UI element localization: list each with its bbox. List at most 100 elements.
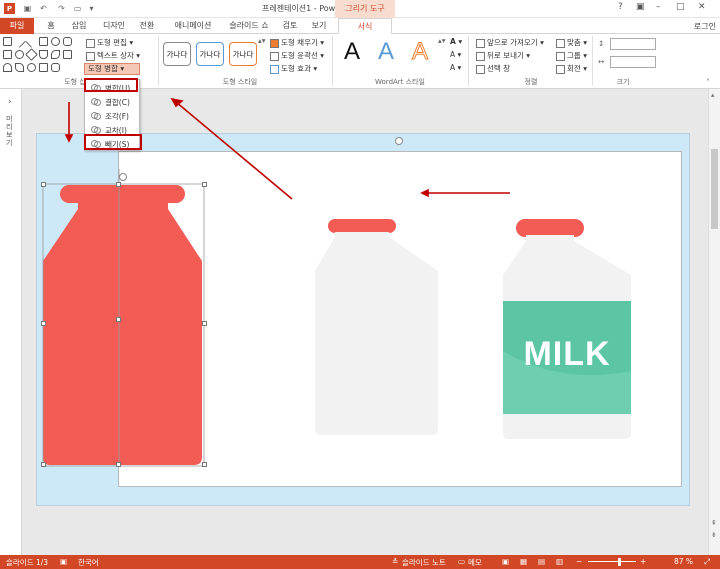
scrollbar-thumb[interactable] [711,149,718,229]
rectangle-shape-icon[interactable] [39,37,48,46]
rounded-rect-shape-icon[interactable] [63,37,72,46]
save-icon[interactable]: ▣ [22,3,33,14]
zoom-slider-track[interactable] [588,561,636,562]
zoom-slider-thumb[interactable] [618,558,621,566]
rect2-shape-icon[interactable] [3,50,12,59]
comments-button[interactable]: 메모 [468,557,482,568]
group-button[interactable]: 그룹 ▾ [556,50,587,61]
milk-bottle-shape[interactable] [503,219,631,439]
ribbon-display-icon[interactable]: ▣ [636,2,645,12]
arrow-shape-icon[interactable] [63,50,72,59]
curve-shape-icon[interactable] [15,63,24,72]
shape-gallery[interactable] [3,35,81,77]
shape-style-preset-2[interactable]: 가나다 [196,42,224,66]
rotate-button[interactable]: 회전 ▾ [556,63,587,74]
send-backward-button[interactable]: 뒤로 보내기 ▾ [476,50,530,61]
text-effects-icon[interactable]: A ▾ [450,63,461,72]
zoom-in-icon[interactable]: + [640,557,646,566]
help-button[interactable]: ? [618,2,623,12]
wordart-scroll-icon[interactable]: ▴▾ [438,36,446,45]
zoom-out-icon[interactable]: − [576,557,582,566]
slide-sorter-icon[interactable]: ▦ [520,557,527,566]
selection-pane-button[interactable]: 선택 창 [476,63,510,74]
shape-style-preset-1[interactable]: 가나다 [163,42,191,66]
tab-transitions[interactable]: 전환 [134,18,160,34]
red-bottle-shape[interactable] [43,185,202,465]
minimize-button[interactable]: – [656,2,661,12]
arc-shape-icon[interactable] [3,63,12,72]
next-slide-icon[interactable]: ⇟ [711,531,717,539]
tab-insert[interactable]: 삽입 [66,18,92,34]
maximize-button[interactable]: □ [676,2,685,12]
cylinder-shape-icon[interactable] [39,50,48,59]
tab-view[interactable]: 보기 [306,18,332,34]
textbox-shape-icon[interactable] [3,37,12,46]
tab-home[interactable]: 홈 [40,18,62,34]
menu-item-fragment[interactable]: 조각(F) [87,110,139,123]
leaf-shape-icon[interactable] [51,50,60,59]
tab-design[interactable]: 디자인 [98,18,130,34]
callout-shape-icon[interactable] [39,63,48,72]
tab-file[interactable]: 파일 [0,18,34,34]
tab-format[interactable]: 서식 [338,18,392,34]
canvas-rotation-handle[interactable] [395,137,403,145]
normal-view-icon[interactable]: ▣ [502,557,509,566]
tab-review[interactable]: 검토 [278,18,302,34]
circle-shape-icon[interactable] [15,50,24,59]
menu-item-combine[interactable]: 결합(C) [87,96,139,109]
shape-outline-button[interactable]: 도형 윤곽선 ▾ [270,50,324,61]
present-icon[interactable]: ▭ [72,3,83,14]
login-link[interactable]: 로그인 [694,21,716,32]
language-indicator[interactable]: 한국어 [78,557,99,568]
redo-icon[interactable]: ↷ [56,3,67,14]
merge-shapes-button[interactable]: 도형 병합 ▾ [84,63,140,75]
text-box-button[interactable]: 텍스트 상자 ▾ [86,50,140,61]
zoom-level[interactable]: 87 % [674,557,693,566]
fit-slide-icon[interactable]: ⤢ [704,557,710,567]
resize-handle-br[interactable] [202,462,207,467]
shape-style-scroll-icon[interactable]: ▴▾ [258,36,266,45]
text-outline-icon[interactable]: A ▾ [450,50,461,59]
star-shape-icon[interactable] [27,63,36,72]
wordart-style-3[interactable]: A [411,38,428,66]
resize-handle-tl[interactable] [41,182,46,187]
reading-view-icon[interactable]: ▤ [538,557,545,566]
edit-shape-button[interactable]: 도형 편집 ▾ [86,37,133,48]
white-bottle-shape[interactable] [315,219,438,435]
resize-handle-c[interactable] [116,317,121,322]
text-fill-icon[interactable]: A ▾ [450,37,462,46]
resize-handle-l[interactable] [41,321,46,326]
bring-forward-button[interactable]: 앞으로 가져오기 ▾ [476,37,544,48]
wordart-style-1[interactable]: A [344,38,360,66]
collapse-ribbon-icon[interactable]: ˄ [706,78,710,87]
rotation-handle[interactable] [119,173,127,181]
resize-handle-r[interactable] [202,321,207,326]
qat-customize-icon[interactable]: ▾ [86,3,97,14]
prev-slide-icon[interactable]: ⇞ [711,519,717,527]
tab-slideshow[interactable]: 슬라이드 쇼 [224,18,274,34]
spelling-icon[interactable]: ▣ [60,557,67,566]
diamond-shape-icon[interactable] [25,48,38,61]
line-shape-icon[interactable] [13,35,26,48]
wordart-style-2[interactable]: A [378,38,394,66]
resize-handle-t[interactable] [116,182,121,187]
line2-shape-icon[interactable] [25,35,38,48]
scroll-up-icon[interactable]: ▴ [711,91,715,99]
tab-animations[interactable]: 애니메이션 [166,18,220,34]
notes-button[interactable]: 슬라이드 노트 [402,557,446,568]
slideshow-view-icon[interactable]: ▥ [556,557,563,566]
resize-handle-b[interactable] [116,462,121,467]
align-button[interactable]: 맞춤 ▾ [556,37,587,48]
undo-icon[interactable]: ↶ [38,3,49,14]
shape-style-preset-3[interactable]: 가나다 [229,42,257,66]
vertical-scrollbar[interactable]: ▴ ⇞ ⇟ [708,89,720,555]
shape-effects-button[interactable]: 도형 효과 ▾ [270,63,317,74]
shape-fill-button[interactable]: 도형 채우기 ▾ [270,37,324,48]
oval-shape-icon[interactable] [51,37,60,46]
shape-height-input[interactable] [610,38,656,50]
banner-shape-icon[interactable] [51,63,60,72]
resize-handle-bl[interactable] [41,462,46,467]
shape-width-input[interactable] [610,56,656,68]
resize-handle-tr[interactable] [202,182,207,187]
close-button[interactable]: ✕ [698,2,706,12]
